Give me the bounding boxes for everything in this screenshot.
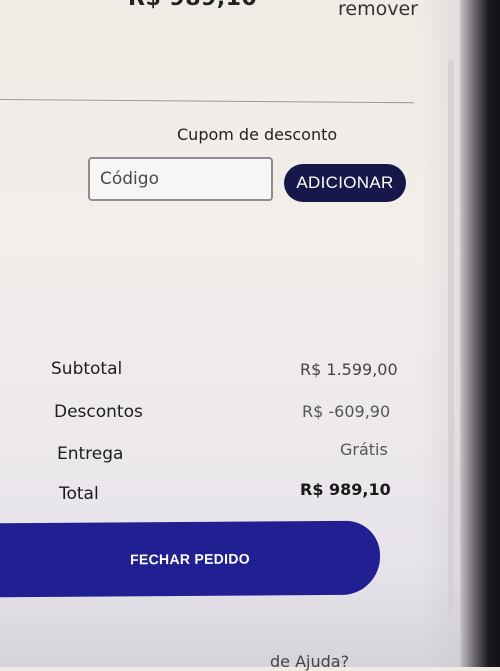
coupon-code-input[interactable] <box>88 157 273 201</box>
screen-glare <box>420 0 460 667</box>
help-link[interactable]: de Ajuda? <box>270 652 349 671</box>
checkout-button[interactable]: FECHAR PEDIDO <box>0 520 381 598</box>
remove-item-link[interactable]: remover <box>338 0 418 20</box>
subtotal-label: Subtotal <box>51 359 123 379</box>
discount-value: R$ -609,90 <box>302 402 391 421</box>
monitor-bezel <box>460 0 500 667</box>
item-price: R$ 989,10 <box>128 0 257 11</box>
discount-label: Descontos <box>54 402 143 422</box>
scrollbar[interactable] <box>448 60 454 620</box>
coupon-title: Cupom de desconto <box>177 125 338 144</box>
delivery-value: Grátis <box>340 440 388 459</box>
total-label: Total <box>59 484 99 504</box>
subtotal-value: R$ 1.599,00 <box>300 360 398 379</box>
section-divider <box>0 99 414 104</box>
total-value: R$ 989,10 <box>300 480 391 499</box>
delivery-label: Entrega <box>57 444 124 464</box>
checkout-button-label: FECHAR PEDIDO <box>130 550 250 568</box>
add-coupon-button[interactable]: ADICIONAR <box>284 164 406 202</box>
